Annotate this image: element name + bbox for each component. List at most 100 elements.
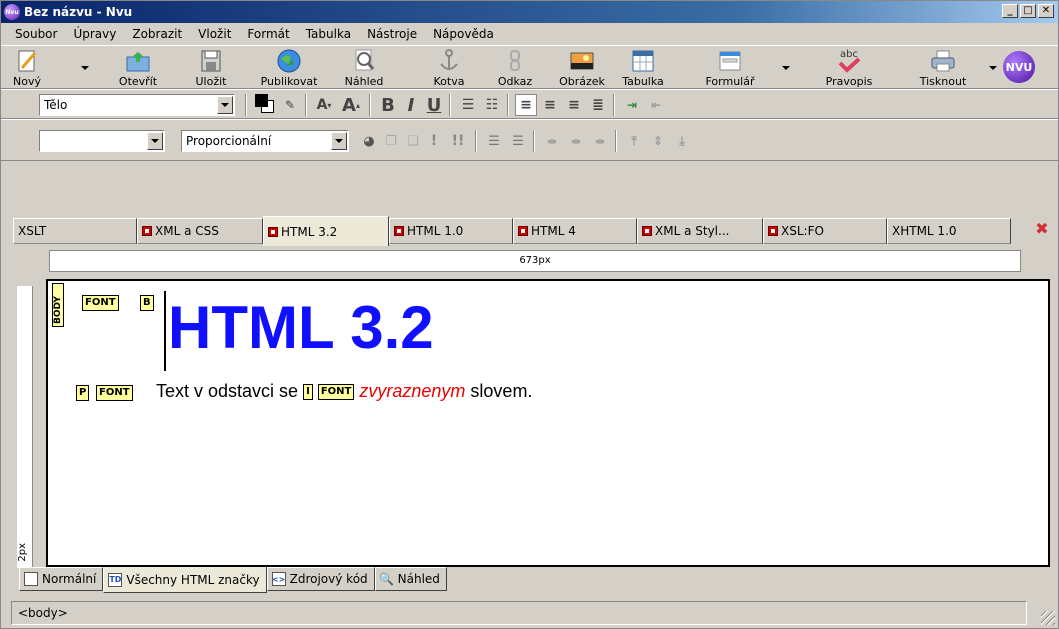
save-button[interactable]: Uložit <box>189 48 233 88</box>
italic-button[interactable]: I <box>401 94 421 116</box>
menu-tools[interactable]: Nástroje <box>359 27 425 41</box>
resize-grip-icon[interactable] <box>1041 611 1055 625</box>
image-button[interactable]: Obrázek <box>557 48 607 88</box>
valign-middle-icon[interactable]: ⇕ <box>647 130 669 152</box>
margin-center-icon[interactable]: ⇹ <box>565 130 587 152</box>
menu-edit[interactable]: Úpravy <box>65 27 124 41</box>
menu-bar: Soubor Úpravy Zobrazit Vložit Formát Tab… <box>1 23 1058 45</box>
font-tag[interactable]: FONT <box>317 384 355 401</box>
font-tag[interactable]: FONT <box>96 385 133 401</box>
paragraph-tag[interactable]: P <box>76 385 90 401</box>
svg-text:abc: abc <box>840 49 858 60</box>
tab-xml-css[interactable]: XML a CSS <box>137 218 263 244</box>
font-smaller-button[interactable]: A ▾ <box>313 94 335 116</box>
spacing-icon[interactable]: ☰ <box>483 130 505 152</box>
italic-tag[interactable]: I <box>303 384 313 401</box>
maximize-button[interactable]: □ <box>1020 4 1036 18</box>
globe-icon <box>275 48 303 74</box>
font-face-select[interactable]: Proporcionální <box>181 130 349 152</box>
menu-table[interactable]: Tabulka <box>298 27 359 41</box>
outdent-icon[interactable]: ⇤ <box>645 94 667 116</box>
tab-xslt[interactable]: XSLT <box>13 218 137 244</box>
tab-preview-view[interactable]: 🔍 Náhled <box>374 567 447 591</box>
tag-path[interactable]: <body> <box>18 606 68 620</box>
bold-tag[interactable]: B <box>140 295 154 311</box>
tab-source-view[interactable]: <> Zdrojový kód <box>266 567 375 591</box>
tab-normal-view[interactable]: Normální <box>19 567 104 591</box>
menu-file[interactable]: Soubor <box>7 27 65 41</box>
anchor-button[interactable]: Kotva <box>429 48 469 88</box>
line-height-icon[interactable]: ☰ <box>507 130 529 152</box>
form-button[interactable]: Formulář <box>705 48 755 88</box>
align-center-icon[interactable]: ≡ <box>539 94 561 116</box>
close-button[interactable]: ✕ <box>1038 4 1054 18</box>
new-dropdown-arrow[interactable] <box>81 66 89 70</box>
font-larger-button[interactable]: A ▴ <box>339 94 363 116</box>
important-all-icon[interactable]: !! <box>447 130 469 152</box>
menu-view[interactable]: Zobrazit <box>124 27 190 41</box>
print-button[interactable]: Tisknout <box>917 48 969 88</box>
text-color-button[interactable] <box>255 94 275 114</box>
source-code-icon: <> <box>271 572 286 586</box>
valign-top-icon[interactable]: ⤒ <box>623 130 645 152</box>
link-button[interactable]: Odkaz <box>495 48 535 88</box>
preview-button[interactable]: Náhled <box>341 48 387 88</box>
spellcheck-button[interactable]: abc Pravopis <box>819 48 879 88</box>
page-icon <box>24 572 38 586</box>
paste-style-icon[interactable]: ❏ <box>403 130 423 152</box>
publish-button[interactable]: Publikovat <box>253 48 325 88</box>
magnifier-icon <box>350 48 378 74</box>
tab-html-4[interactable]: HTML 4 <box>513 218 637 244</box>
close-tab-icon[interactable]: ✖ <box>1034 221 1050 237</box>
class-select[interactable] <box>39 130 165 152</box>
tab-all-tags-view[interactable]: TD Všechny HTML značky <box>103 567 267 593</box>
tab-xml-styl[interactable]: XML a Styl... <box>637 218 763 244</box>
align-justify-icon[interactable]: ≣ <box>587 94 609 116</box>
important-icon[interactable]: ! <box>425 130 443 152</box>
chevron-down-icon <box>147 132 163 150</box>
minimize-button[interactable]: _ <box>1002 4 1018 18</box>
font-tag[interactable]: FONT <box>82 295 119 311</box>
menu-help[interactable]: Nápověda <box>425 27 502 41</box>
document-tabs: XSLT XML a CSS HTML 3.2 HTML 1.0 HTML 4 … <box>13 216 1058 246</box>
editor-canvas[interactable]: BODY FONT B HTML 3.2 P FONT Text v odsta… <box>46 279 1050 567</box>
numbered-list-icon[interactable]: ☰ <box>457 94 479 116</box>
open-button[interactable]: Otevřít <box>115 48 161 88</box>
window-controls: _ □ ✕ <box>1002 4 1054 18</box>
tab-html-32[interactable]: HTML 3.2 <box>263 216 389 246</box>
bold-button[interactable]: B <box>377 94 399 116</box>
margin-right-icon[interactable]: ⇹ <box>589 130 611 152</box>
margin-left-icon[interactable]: ⇹ <box>541 130 563 152</box>
form-dropdown-arrow[interactable] <box>782 66 790 70</box>
body-tag[interactable]: BODY <box>52 283 64 327</box>
width-ruler: 673px <box>49 250 1021 272</box>
highlight-pencil-icon[interactable]: ✎ <box>281 94 299 116</box>
underline-button[interactable]: U <box>423 94 445 116</box>
chevron-down-icon <box>331 132 347 150</box>
copy-style-icon[interactable]: ❐ <box>381 130 401 152</box>
chain-link-icon <box>501 48 529 74</box>
style-icon[interactable]: ◕ <box>359 130 379 152</box>
menu-format[interactable]: Formát <box>239 27 297 41</box>
new-button[interactable]: Nový <box>7 48 47 88</box>
open-folder-icon <box>124 48 152 74</box>
nvu-logo-badge: NVU <box>1003 51 1035 83</box>
table-button[interactable]: Tabulka <box>621 48 665 88</box>
align-left-icon[interactable]: ≡ <box>515 94 537 116</box>
window-title: Bez názvu - Nvu <box>24 5 133 19</box>
paragraph-style-select[interactable]: Tělo <box>39 94 235 116</box>
tab-html-10[interactable]: HTML 1.0 <box>389 218 513 244</box>
tab-xsl-fo[interactable]: XSL:FO <box>763 218 887 244</box>
chevron-down-icon <box>217 96 233 114</box>
valign-bottom-icon[interactable]: ⤓ <box>671 130 693 152</box>
modified-icon <box>142 226 152 236</box>
align-right-icon[interactable]: ≡ <box>563 94 585 116</box>
print-dropdown-arrow[interactable] <box>989 66 997 70</box>
menu-insert[interactable]: Vložit <box>190 27 239 41</box>
floppy-disk-icon <box>197 48 225 74</box>
tab-xhtml-10[interactable]: XHTML 1.0 <box>887 218 1011 244</box>
format-toolbar-1: Tělo ✎ A ▾ A ▴ B I U ☰ ☷ ≡ ≡ ≡ ≣ ⇥ ⇤ <box>1 89 1058 119</box>
indent-icon[interactable]: ⇥ <box>621 94 643 116</box>
bullet-list-icon[interactable]: ☷ <box>481 94 503 116</box>
td-tag-icon: TD <box>108 572 123 587</box>
